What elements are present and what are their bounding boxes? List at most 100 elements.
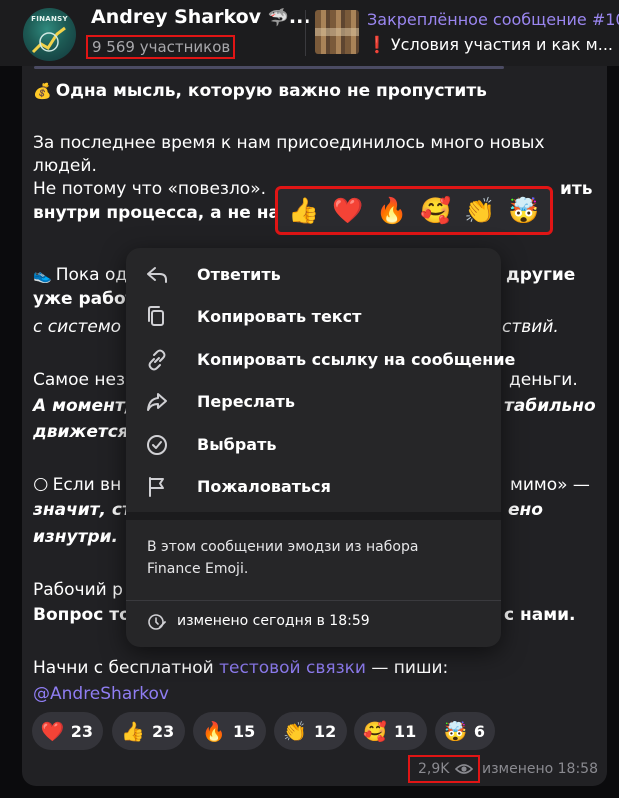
pinned-message-preview[interactable]: ❗ Условия участия и как м... [367, 35, 613, 54]
menu-item-forward[interactable]: Переслать [126, 381, 501, 423]
avatar-chart-icon [31, 26, 66, 54]
menu-item-copy-link[interactable]: Копировать ссылку на сообщение [126, 339, 515, 381]
context-menu: Ответить Копировать текст Копировать ссы… [126, 248, 515, 647]
reaction-count: 12 [314, 721, 337, 741]
emoji-note-line: Finance Emoji. [147, 561, 249, 577]
flag-icon [149, 477, 164, 497]
menu-item-select[interactable]: Выбрать [126, 424, 501, 466]
message-line: Не потому что «повезло». [33, 179, 267, 199]
test-link[interactable]: тестовой связки [219, 658, 366, 678]
forward-icon [147, 393, 167, 411]
channel-title[interactable]: Andrey Sharkov 🦈... [91, 6, 311, 28]
reaction-love[interactable]: 🥰 11 [354, 712, 427, 750]
message-line: табильно [504, 396, 596, 416]
eye-icon [455, 764, 474, 774]
menu-item-reply[interactable]: Ответить [126, 254, 501, 296]
menu-item-label: Копировать ссылку на сообщение [197, 350, 516, 369]
reaction-picker: 👍 ❤️ 🔥 🥰 👏 🤯 [275, 186, 553, 235]
message-line: людей. [33, 156, 97, 176]
smiling-hearts-icon[interactable]: 🥰 [420, 196, 451, 226]
username-link[interactable]: @AndreSharkov [33, 683, 169, 706]
message-line: Рабочий р [33, 580, 123, 600]
channel-avatar[interactable]: FINANSY [23, 8, 76, 61]
sneaker-icon: 👟 [33, 266, 52, 284]
title-ellipsis: ... [288, 6, 311, 28]
pinned-thumbnail[interactable] [315, 10, 359, 54]
header-divider [305, 10, 306, 56]
menu-item-label: Выбрать [197, 435, 277, 454]
message-line: Самое нез [33, 370, 125, 390]
views-count: 2,9K [418, 761, 450, 777]
message-line: внутри процесса, а не наб [33, 203, 292, 223]
message-line: За последнее время к нам присоединилось … [33, 133, 545, 153]
reaction-fire[interactable]: 🔥 15 [193, 712, 266, 750]
smiling-hearts-icon: 🥰 [363, 720, 387, 743]
heading-text: Одна мысль, которую важно не пропустить [55, 81, 487, 101]
message-line: изнутри. [33, 527, 119, 547]
chat-background-bottom [0, 786, 619, 798]
menu-item-label: Копировать текст [197, 307, 362, 326]
menu-item-copy-text[interactable]: Копировать текст [126, 296, 501, 338]
heart-icon: ❤️ [40, 720, 65, 743]
mind-blown-icon[interactable]: 🤯 [508, 196, 539, 226]
menu-item-report[interactable]: Пожаловаться [126, 466, 501, 508]
line-text: — пиши: [371, 658, 449, 678]
message-line: Вопрос то [33, 605, 131, 625]
emoji-pack-note[interactable]: В этом сообщении эмодзи из набора Financ… [147, 536, 418, 580]
message-line: ено [508, 500, 543, 520]
pinned-message-title[interactable]: Закреплённое сообщение #10 [367, 10, 619, 29]
reaction-count: 11 [394, 721, 417, 741]
message-line: мимо» — [510, 475, 590, 495]
reaction-thumbs-up[interactable]: 👍 23 [112, 712, 185, 750]
menu-divider [126, 600, 501, 601]
members-count: 9 569 участников [86, 35, 235, 59]
message-line: значит, ст [33, 500, 132, 520]
channel-title-text: Andrey Sharkov [91, 6, 262, 28]
reaction-count: 23 [152, 721, 175, 741]
reply-icon [147, 267, 167, 283]
menu-item-label: Пожаловаться [197, 477, 331, 496]
menu-separator [126, 512, 501, 520]
message-line: 👟 Пока од [33, 264, 127, 287]
message-line: с системо [33, 317, 122, 337]
thumbs-up-icon: 👍 [121, 720, 145, 743]
message-line: деньги. [509, 370, 578, 390]
link-icon [148, 349, 166, 371]
heart-icon[interactable]: ❤️ [332, 196, 363, 226]
reaction-count: 23 [70, 721, 93, 741]
message-line: другие [506, 265, 576, 285]
reaction-heart[interactable]: ❤️ 23 [32, 712, 103, 750]
edited-clock-icon [148, 614, 166, 630]
menu-item-label: Переслать [197, 392, 295, 411]
message-edited-time: изменено 18:58 [482, 761, 598, 777]
message-line: движется [33, 422, 129, 442]
message-line: А момент, [33, 396, 132, 416]
mind-blown-icon: 🤯 [443, 720, 468, 743]
moon-icon: 🌕 [33, 476, 49, 494]
fire-icon[interactable]: 🔥 [376, 196, 407, 226]
message-line: ить [560, 179, 593, 199]
thumbs-up-icon[interactable]: 👍 [288, 196, 319, 226]
line-text: Если вн [52, 475, 122, 495]
previous-message-edge [34, 66, 504, 69]
fire-icon: 🔥 [202, 720, 226, 743]
check-circle-icon [147, 435, 167, 455]
clap-icon: 👏 [283, 720, 307, 743]
reaction-count: 6 [473, 721, 485, 741]
exclamation-icon: ❗ [367, 35, 387, 54]
line-text: Начни с бесплатной [33, 658, 214, 678]
copy-icon [148, 306, 164, 326]
line-text: Пока од [55, 265, 128, 285]
reaction-count: 15 [233, 721, 256, 741]
message-line: Начни с бесплатной тестовой связки — пиш… [33, 657, 448, 680]
message-line: с нами. [504, 605, 576, 625]
reaction-clap[interactable]: 👏 12 [274, 712, 347, 750]
reaction-mind-blown[interactable]: 🤯 6 [435, 712, 495, 750]
clap-icon[interactable]: 👏 [464, 196, 495, 226]
message-line: ствий. [502, 317, 559, 337]
money-bag-icon: 💰 [33, 82, 52, 100]
views-counter: 2,9K [408, 755, 480, 783]
message-heading: 💰 Одна мысль, которую важно не пропустить [33, 80, 487, 103]
shark-icon: 🦈 [267, 8, 289, 28]
message-line: уже работ [33, 289, 136, 309]
